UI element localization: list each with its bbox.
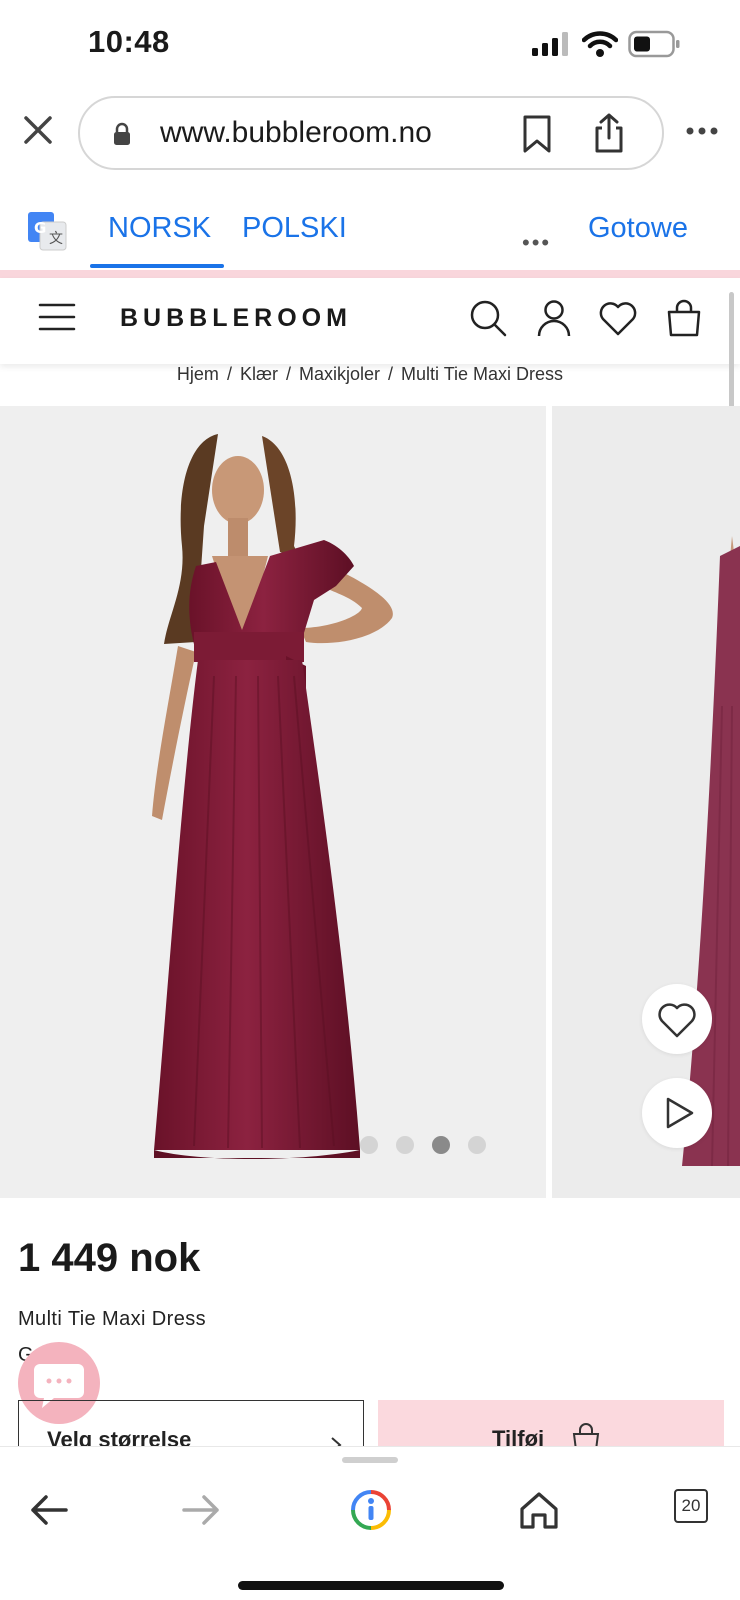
sheet-handle[interactable] — [342, 1457, 398, 1463]
translate-bar: G 文 NORSK POLSKI ••• Gotowe — [0, 198, 740, 278]
account-icon[interactable] — [534, 298, 574, 338]
breadcrumb-maxi-dresses[interactable]: Maxikjoler — [299, 364, 380, 385]
status-time: 10:48 — [88, 24, 170, 59]
browser-toolbar: 20 — [0, 1446, 740, 1600]
wishlist-icon[interactable] — [598, 298, 638, 338]
heart-icon — [658, 1003, 696, 1038]
gallery-dot[interactable] — [396, 1136, 414, 1154]
home-indicator — [238, 1581, 504, 1590]
battery-icon — [628, 30, 680, 58]
wishlist-button[interactable] — [642, 984, 712, 1054]
product-price: 1 449 nok — [18, 1236, 201, 1280]
model-dress-illustration — [152, 434, 393, 1159]
breadcrumb-separator: / — [226, 364, 232, 384]
active-language-indicator — [90, 264, 224, 268]
home-icon[interactable] — [516, 1487, 562, 1533]
cellular-signal-icon — [532, 32, 568, 56]
forward-arrow-icon[interactable] — [178, 1487, 224, 1533]
tabs-button[interactable]: 20 — [674, 1489, 708, 1523]
svg-text:G: G — [34, 219, 46, 237]
wifi-icon — [582, 31, 618, 57]
play-icon — [666, 1097, 694, 1129]
product-name: Multi Tie Maxi Dress — [18, 1308, 207, 1330]
gallery-dot-active[interactable] — [432, 1136, 450, 1154]
status-bar: 10:48 — [0, 0, 740, 88]
svg-text:文: 文 — [49, 231, 63, 247]
address-bar[interactable]: www.bubbleroom.no — [78, 96, 664, 170]
site-header: BUBBLEROOM — [0, 278, 740, 364]
translate-more-button[interactable]: ••• — [522, 230, 551, 256]
breadcrumb-current: Multi Tie Maxi Dress — [401, 364, 564, 384]
size-select[interactable]: Velg størrelse — [18, 1400, 364, 1450]
tab-norsk[interactable]: NORSK — [108, 212, 211, 245]
translate-done-button[interactable]: Gotowe — [588, 212, 688, 245]
breadcrumb-home[interactable]: Hjem — [177, 364, 219, 385]
back-arrow-icon[interactable] — [26, 1487, 72, 1533]
url-text: www.bubbleroom.no — [160, 116, 432, 149]
product-image-next[interactable] — [552, 406, 740, 1198]
browser-address-row: www.bubbleroom.no — [0, 92, 740, 176]
product-image-main[interactable] — [0, 406, 546, 1198]
share-icon[interactable] — [592, 112, 626, 154]
bookmark-icon[interactable] — [520, 114, 554, 154]
gallery-dot[interactable] — [360, 1136, 378, 1154]
breadcrumb-separator: / — [285, 364, 291, 384]
tabs-count: 20 — [681, 1496, 701, 1515]
search-icon[interactable] — [468, 298, 508, 338]
gallery-dot[interactable] — [468, 1136, 486, 1154]
breadcrumb: Hjem / Klær / Maxikjoler / Multi Tie Maxi Dres… — [0, 364, 740, 404]
gallery-pagination — [360, 1136, 500, 1156]
pink-divider — [0, 270, 740, 278]
play-video-button[interactable] — [642, 1078, 712, 1148]
more-options-icon[interactable] — [686, 126, 718, 136]
cart-icon[interactable] — [664, 298, 704, 338]
product-gallery[interactable] — [0, 406, 740, 1198]
site-logo[interactable]: BUBBLEROOM — [120, 304, 352, 333]
google-translate-icon: G 文 — [28, 212, 67, 251]
breadcrumb-clothes[interactable]: Klær — [240, 364, 278, 385]
breadcrumb-separator: / — [388, 364, 394, 384]
add-to-cart-button[interactable]: Tilføj — [378, 1400, 724, 1450]
close-icon[interactable] — [20, 112, 56, 148]
menu-icon[interactable] — [38, 302, 76, 332]
lock-icon — [114, 122, 130, 145]
google-lens-icon[interactable] — [348, 1487, 394, 1533]
tab-polski[interactable]: POLSKI — [242, 212, 347, 245]
